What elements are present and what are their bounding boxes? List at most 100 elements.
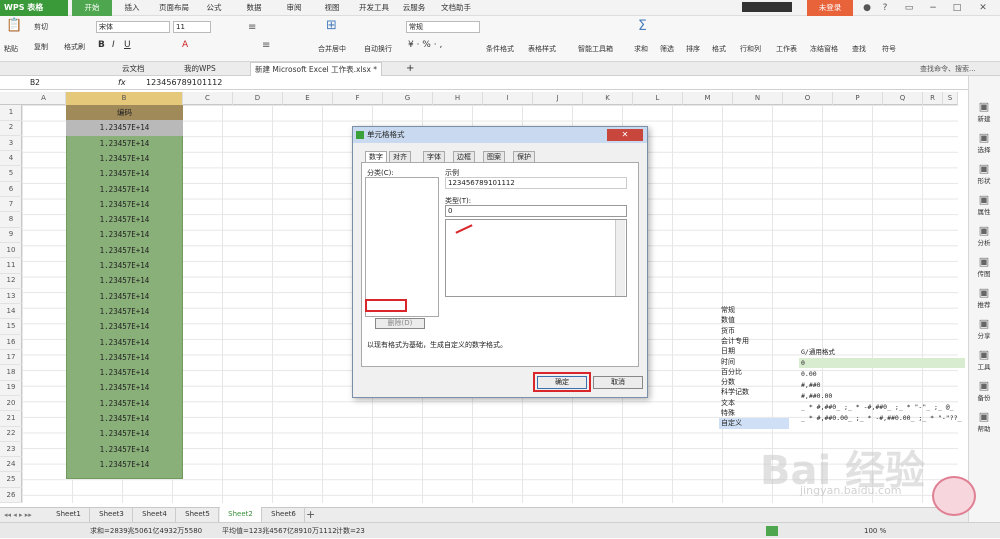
- col-header-k[interactable]: K: [583, 92, 633, 105]
- col-header-f[interactable]: F: [333, 92, 383, 105]
- help-icon[interactable]: ?: [876, 1, 894, 15]
- row-header[interactable]: 4: [0, 151, 22, 167]
- zoom-level[interactable]: 100 %: [864, 523, 886, 539]
- row-header[interactable]: 2: [0, 120, 22, 136]
- col-header-n[interactable]: N: [733, 92, 783, 105]
- col-header-s[interactable]: S: [943, 92, 958, 105]
- copy-button[interactable]: 复制: [34, 42, 48, 52]
- number-format-select[interactable]: 常规: [406, 21, 480, 33]
- ok-button[interactable]: 确定: [537, 376, 587, 389]
- format-item[interactable]: _ * #,##0_ ;_ * -#,##0_ ;_ * "-"_ ;_ @_: [799, 402, 965, 412]
- format-list[interactable]: [445, 219, 627, 297]
- tab-page-layout[interactable]: 页面布局: [152, 0, 196, 16]
- row-header[interactable]: 23: [0, 442, 22, 458]
- formula-input[interactable]: 123456789101112: [146, 76, 222, 90]
- worksheet-button[interactable]: 工作表: [776, 44, 797, 54]
- col-header-h[interactable]: H: [433, 92, 483, 105]
- col-header-g[interactable]: G: [383, 92, 433, 105]
- format-painter-button[interactable]: 格式刷: [64, 42, 85, 52]
- bold-button[interactable]: B: [98, 40, 105, 50]
- cell-b10[interactable]: 1.23457E+14: [66, 243, 183, 259]
- sheet-tab[interactable]: Sheet2: [220, 507, 262, 522]
- row-header[interactable]: 3: [0, 136, 22, 152]
- right-panel-item[interactable]: ▣ 工具: [968, 348, 1000, 371]
- row-header[interactable]: 12: [0, 273, 22, 289]
- tab-data[interactable]: 数据: [236, 0, 272, 16]
- right-panel-item[interactable]: ▣ 属性: [968, 193, 1000, 216]
- row-header[interactable]: 22: [0, 426, 22, 442]
- col-header-e[interactable]: E: [283, 92, 333, 105]
- row-header[interactable]: 13: [0, 289, 22, 305]
- category-item[interactable]: 自定义: [719, 418, 789, 430]
- dialog-close-icon[interactable]: ✕: [607, 129, 643, 141]
- tab-formula[interactable]: 公式: [196, 0, 232, 16]
- merge-center-button[interactable]: ⊞: [326, 18, 337, 33]
- format-item[interactable]: #,##0.00: [799, 391, 965, 401]
- cell-b17[interactable]: 1.23457E+14: [66, 350, 183, 366]
- right-panel-item[interactable]: ▣ 推荐: [968, 286, 1000, 309]
- tab-view[interactable]: 视图: [314, 0, 350, 16]
- sheet-tab[interactable]: Sheet5: [177, 507, 219, 522]
- col-header-q[interactable]: Q: [883, 92, 923, 105]
- cell-b9[interactable]: 1.23457E+14: [66, 227, 183, 243]
- col-header-i[interactable]: I: [483, 92, 533, 105]
- doc-tab-workbook[interactable]: 新建 Microsoft Excel 工作表.xlsx *: [250, 62, 383, 76]
- tab-cloud[interactable]: 云服务: [396, 0, 432, 16]
- paste-button[interactable]: 📋: [6, 18, 22, 33]
- header-cell-b1[interactable]: 编码: [66, 105, 183, 121]
- cut-button[interactable]: 剪切: [34, 22, 48, 32]
- right-panel-item[interactable]: ▣ 备份: [968, 379, 1000, 402]
- cell-b7[interactable]: 1.23457E+14: [66, 197, 183, 213]
- type-input[interactable]: 0: [445, 205, 627, 217]
- cell-b18[interactable]: 1.23457E+14: [66, 365, 183, 381]
- cell-b20[interactable]: 1.23457E+14: [66, 396, 183, 412]
- maximize-icon[interactable]: □: [948, 1, 966, 15]
- font-name-select[interactable]: 宋体: [96, 21, 170, 33]
- align-center-icon[interactable]: ≡: [262, 40, 270, 51]
- row-header[interactable]: 25: [0, 472, 22, 488]
- find-button[interactable]: 查找: [852, 44, 866, 54]
- col-header-l[interactable]: L: [633, 92, 683, 105]
- row-header[interactable]: 19: [0, 380, 22, 396]
- format-item[interactable]: 0.00: [799, 369, 965, 379]
- filter-button[interactable]: 筛选: [660, 44, 674, 54]
- cell-b13[interactable]: 1.23457E+14: [66, 289, 183, 305]
- font-color-button[interactable]: A: [182, 40, 188, 50]
- tab-developer[interactable]: 开发工具: [352, 0, 396, 16]
- row-col-button[interactable]: 行和列: [740, 44, 761, 54]
- col-header-m[interactable]: M: [683, 92, 733, 105]
- format-button[interactable]: 格式: [712, 44, 726, 54]
- format-item[interactable]: G/通用格式: [799, 347, 965, 357]
- new-tab-button[interactable]: +: [402, 62, 418, 76]
- row-header[interactable]: 26: [0, 488, 22, 504]
- normal-view-icon[interactable]: [766, 526, 778, 536]
- right-panel-item[interactable]: ▣ 传图: [968, 255, 1000, 278]
- table-style-button[interactable]: 表格样式: [528, 44, 556, 54]
- sum-icon[interactable]: Σ: [638, 18, 647, 34]
- tab-insert[interactable]: 插入: [112, 0, 152, 16]
- col-header-d[interactable]: D: [233, 92, 283, 105]
- sheet-tab[interactable]: Sheet6: [263, 507, 305, 522]
- cell-b16[interactable]: 1.23457E+14: [66, 335, 183, 351]
- col-header-o[interactable]: O: [783, 92, 833, 105]
- right-panel-item[interactable]: ▣ 帮助: [968, 410, 1000, 433]
- right-panel-item[interactable]: ▣ 分享: [968, 317, 1000, 340]
- row-header[interactable]: 16: [0, 335, 22, 351]
- right-panel-item[interactable]: ▣ 分析: [968, 224, 1000, 247]
- delete-format-button[interactable]: 删除(D): [375, 318, 425, 329]
- add-sheet-button[interactable]: +: [306, 507, 315, 522]
- row-header[interactable]: 15: [0, 319, 22, 335]
- app-menu-button[interactable]: WPS 表格: [0, 0, 68, 16]
- cell-b19[interactable]: 1.23457E+14: [66, 380, 183, 396]
- sheet-tab[interactable]: Sheet4: [134, 507, 176, 522]
- row-header[interactable]: 17: [0, 350, 22, 366]
- restore-window-icon[interactable]: ▭: [900, 1, 918, 15]
- tab-start[interactable]: 开始: [72, 0, 112, 16]
- cell-b21[interactable]: 1.23457E+14: [66, 411, 183, 427]
- row-header[interactable]: 7: [0, 197, 22, 213]
- conditional-format-button[interactable]: 条件格式: [486, 44, 514, 54]
- row-header[interactable]: 8: [0, 212, 22, 228]
- right-panel-item[interactable]: ▣ 新建: [968, 100, 1000, 123]
- symbol-button[interactable]: 符号: [882, 44, 896, 54]
- right-panel-item[interactable]: ▣ 形状: [968, 162, 1000, 185]
